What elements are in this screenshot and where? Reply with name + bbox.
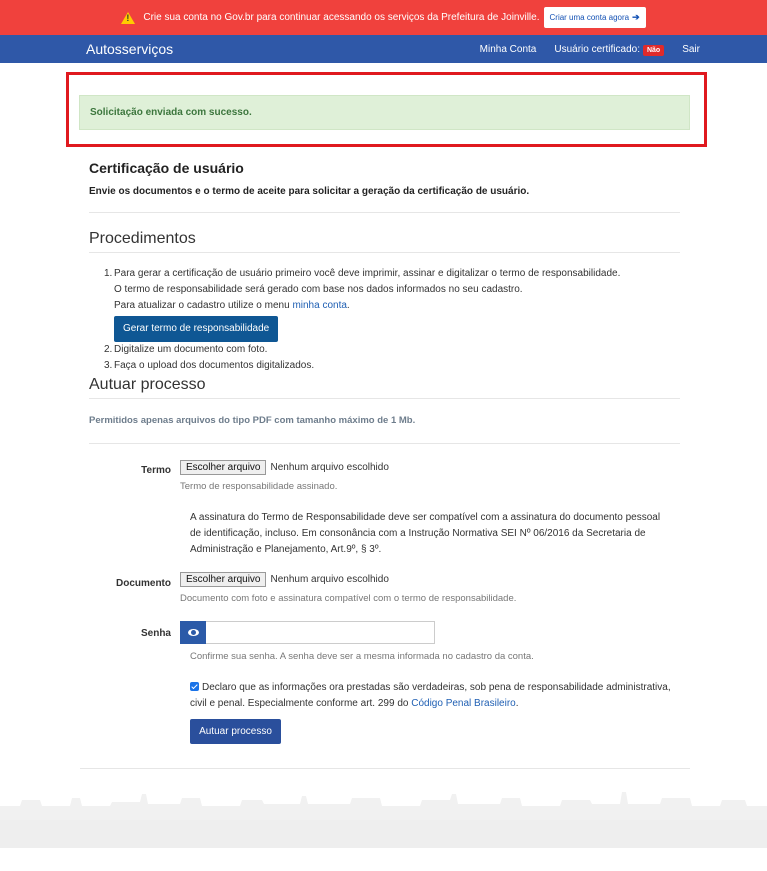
page-header: Certificação de usuário Envie os documen… [89, 160, 680, 197]
password-help-text: Confirme sua senha. A senha deve ser a m… [190, 651, 534, 662]
step1-line2: O termo de responsabilidade será gerado … [114, 284, 523, 295]
alert-text: Crie sua conta no Gov.br para continuar … [143, 12, 540, 23]
top-navbar: Autosserviços Minha Conta Usuário certif… [0, 35, 767, 63]
list-item: 2. Digitalize um documento com foto. [104, 342, 684, 358]
declaration-checkbox[interactable] [190, 682, 199, 691]
certified-status: Usuário certificado: Não [554, 43, 665, 56]
divider [89, 398, 680, 399]
certified-badge: Não [642, 44, 665, 56]
submit-button[interactable]: Autuar processo [190, 719, 281, 744]
brand-link[interactable]: Autosserviços [86, 41, 173, 57]
divider [89, 212, 680, 213]
divider [80, 768, 690, 769]
my-account-inline-link[interactable]: minha conta [292, 300, 346, 311]
generate-term-button[interactable]: Gerar termo de responsabilidade [114, 316, 279, 342]
step1-line3: Para atualizar o cadastro utilize o menu [114, 300, 290, 311]
term-help-text: Termo de responsabilidade assinado. [180, 481, 338, 492]
password-group [180, 621, 435, 644]
list-item: 3. Faça o upload dos documentos digitali… [104, 358, 684, 374]
warning-icon: ! [121, 11, 136, 24]
page-subtitle: Envie os documentos e o termo de aceite … [89, 186, 530, 197]
create-account-button[interactable]: Criar uma conta agora ➔ [543, 7, 646, 28]
logout-link[interactable]: Sair [682, 44, 700, 55]
city-skyline-image [0, 792, 767, 820]
document-choose-file-button[interactable]: Escolher arquivo [180, 572, 267, 587]
penal-code-link[interactable]: Código Penal Brasileiro [411, 698, 516, 709]
step3-text: Faça o upload dos documentos digitalizad… [114, 360, 315, 371]
term-choose-file-button[interactable]: Escolher arquivo [180, 460, 267, 475]
footer-band [0, 820, 767, 848]
arrow-right-icon: ➔ [632, 12, 640, 22]
divider [89, 443, 680, 444]
eye-icon [187, 629, 199, 636]
page-title: Certificação de usuário [89, 160, 244, 176]
document-label: Documento [116, 578, 171, 589]
nav-links: Minha Conta Usuário certificado: Não Sair [480, 43, 700, 56]
document-help-text: Documento com foto e assinatura compatív… [180, 593, 517, 604]
process-title: Autuar processo [89, 376, 206, 393]
success-alert: Solicitação enviada com sucesso. [79, 95, 690, 130]
procedures-list: 1. Para gerar a certificação de usuário … [104, 266, 684, 374]
term-label: Termo [141, 465, 171, 476]
term-file-input: Escolher arquivo Nenhum arquivo escolhid… [180, 460, 389, 475]
document-file-input: Escolher arquivo Nenhum arquivo escolhid… [180, 572, 389, 587]
show-password-button[interactable] [180, 621, 206, 644]
govbr-alert-bar: ! Crie sua conta no Gov.br para continua… [0, 0, 767, 35]
term-file-status: Nenhum arquivo escolhido [270, 462, 389, 473]
step1-line1: Para gerar a certificação de usuário pri… [114, 268, 621, 279]
declaration-checkbox-row: Declaro que as informações ora prestadas… [190, 682, 671, 709]
create-account-label: Criar uma conta agora [549, 13, 630, 22]
password-label: Senha [140, 628, 171, 639]
divider [89, 252, 680, 253]
password-input[interactable] [206, 621, 435, 644]
certified-label: Usuário certificado: [554, 43, 640, 55]
procedures-title: Procedimentos [89, 230, 196, 247]
list-item: 1. Para gerar a certificação de usuário … [104, 266, 684, 342]
my-account-link[interactable]: Minha Conta [480, 44, 537, 55]
step2-text: Digitalize um documento com foto. [114, 344, 268, 355]
document-file-status: Nenhum arquivo escolhido [270, 574, 389, 585]
footer [0, 780, 767, 871]
term-paragraph: A assinatura do Termo de Responsabilidad… [190, 512, 661, 555]
file-type-note: Permitidos apenas arquivos do tipo PDF c… [89, 415, 416, 426]
